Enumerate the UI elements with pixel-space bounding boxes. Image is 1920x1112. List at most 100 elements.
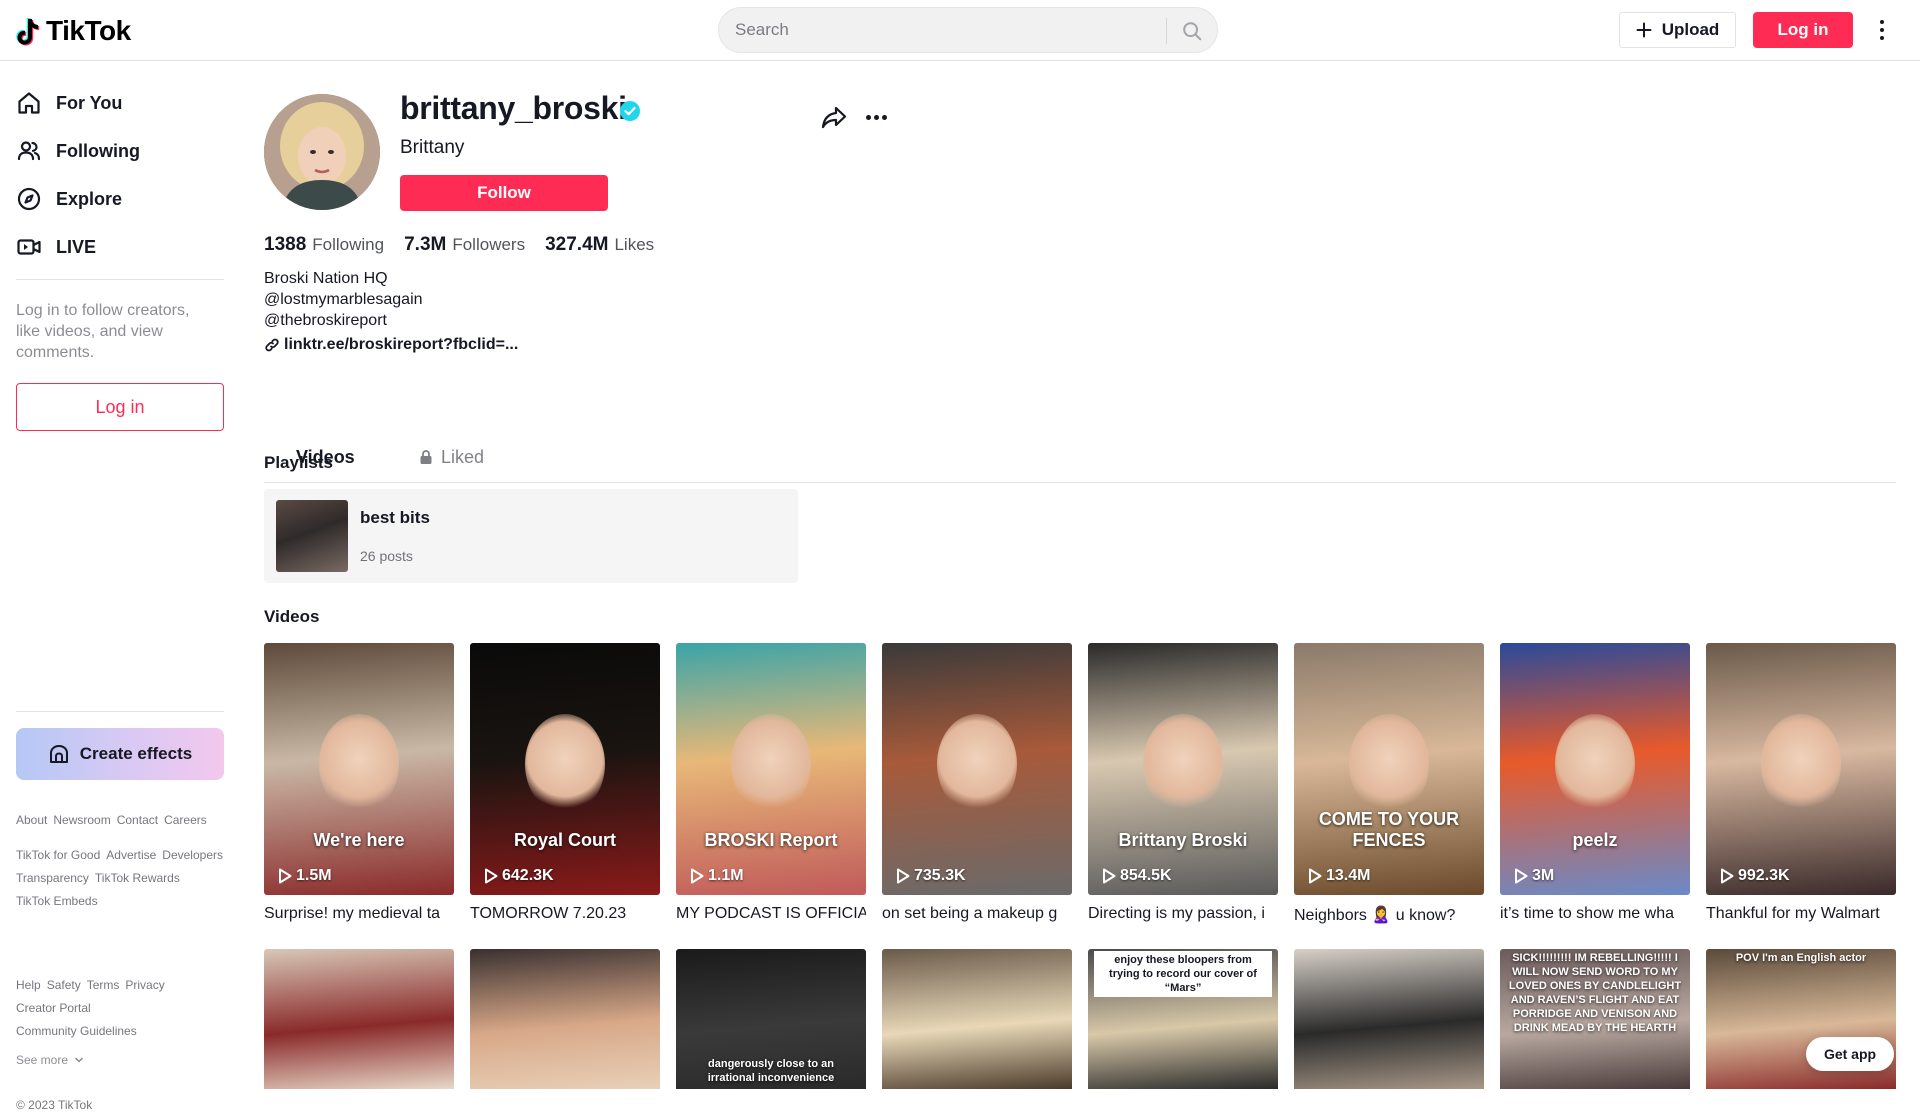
follow-button[interactable]: Follow: [400, 175, 608, 211]
upload-button[interactable]: Upload: [1619, 12, 1736, 48]
profile-username: brittany_broski: [400, 90, 627, 126]
video-caption[interactable]: on set being a makeup g: [882, 905, 1072, 923]
footer-links-group-2: TikTok for Good Advertise Developers Tra…: [16, 844, 231, 913]
video-caption[interactable]: Neighbors 🙎‍♀️ u know?: [1294, 905, 1484, 925]
video-thumbnail[interactable]: [1294, 949, 1484, 1089]
footer-link[interactable]: Contact: [117, 813, 158, 828]
nav-live[interactable]: LIVE: [16, 227, 96, 267]
view-count: 642.3K: [484, 867, 554, 885]
video-card[interactable]: COME TO YOUR FENCES 13.4M Neighbors 🙎‍♀️ u…: [1294, 643, 1484, 925]
video-thumbnail[interactable]: peelz 3M: [1500, 643, 1690, 895]
video-thumbnail[interactable]: enjoy these bloopers from trying to reco…: [1088, 949, 1278, 1089]
play-icon: [485, 868, 498, 884]
video-thumbnail[interactable]: We're here 1.5M: [264, 643, 454, 895]
footer-link[interactable]: TikTok for Good: [16, 844, 100, 867]
footer-link[interactable]: Transparency: [16, 867, 89, 890]
compass-icon: [17, 187, 41, 211]
video-card[interactable]: [882, 949, 1072, 1089]
video-card[interactable]: [1294, 949, 1484, 1089]
video-thumbnail[interactable]: [470, 949, 660, 1089]
footer-link[interactable]: Newsroom: [53, 813, 110, 828]
video-card[interactable]: 735.3K on set being a makeup g: [882, 643, 1072, 923]
see-more-link[interactable]: See more: [16, 1053, 84, 1067]
play-icon: [1515, 868, 1528, 884]
stat-value: 7.3M: [404, 234, 447, 255]
more-actions-icon[interactable]: [862, 103, 890, 131]
stat-label: Followers: [452, 235, 526, 254]
lock-icon: [420, 450, 432, 464]
video-thumbnail[interactable]: BROSKI Report 1.1M: [676, 643, 866, 895]
video-caption[interactable]: Surprise! my medieval ta: [264, 905, 454, 923]
link-icon: [265, 338, 279, 352]
search-bar: [718, 7, 1218, 53]
video-card[interactable]: Royal Court 642.3K TOMORROW 7.20.23: [470, 643, 660, 923]
footer-link[interactable]: Careers: [164, 813, 207, 828]
footer-link[interactable]: Developers: [162, 844, 223, 867]
video-caption[interactable]: Directing is my passion, i: [1088, 905, 1278, 923]
video-card[interactable]: BROSKI Report 1.1M MY PODCAST IS OFFICIA: [676, 643, 866, 923]
video-card[interactable]: SICK!!!!!!!!! IM REBELLING!!!!! I WILL N…: [1500, 949, 1690, 1089]
video-thumbnail[interactable]: Brittany Broski 854.5K: [1088, 643, 1278, 895]
video-card[interactable]: 992.3K Thankful for my Walmart: [1706, 643, 1896, 923]
stat-followers[interactable]: 7.3M Followers: [404, 234, 525, 256]
nav-for-you[interactable]: For You: [16, 83, 122, 123]
stat-value: 1388: [264, 234, 307, 255]
search-button[interactable]: [1177, 18, 1207, 44]
video-caption[interactable]: MY PODCAST IS OFFICIA: [676, 905, 866, 923]
thumbnail-overlay-text: SICK!!!!!!!!! IM REBELLING!!!!! I WILL N…: [1508, 952, 1682, 1034]
video-thumbnail[interactable]: [882, 949, 1072, 1089]
login-button-sidebar[interactable]: Log in: [16, 383, 224, 431]
more-options-icon[interactable]: [1872, 16, 1892, 44]
video-caption[interactable]: it’s time to show me wha: [1500, 905, 1690, 923]
video-card[interactable]: dangerously close to an irrational incon…: [676, 949, 866, 1089]
video-thumbnail[interactable]: dangerously close to an irrational incon…: [676, 949, 866, 1089]
footer-link[interactable]: TikTok Embeds: [16, 890, 98, 913]
footer-link[interactable]: Community Guidelines: [16, 1020, 137, 1043]
footer-link[interactable]: Terms: [87, 974, 120, 997]
tiktok-logo-icon: [16, 16, 42, 46]
video-caption[interactable]: TOMORROW 7.20.23: [470, 905, 660, 923]
video-card[interactable]: enjoy these bloopers from trying to reco…: [1088, 949, 1278, 1089]
nav-following[interactable]: Following: [16, 131, 140, 171]
video-card[interactable]: We're here 1.5M Surprise! my medieval ta: [264, 643, 454, 923]
playlist-card[interactable]: best bits 26 posts: [264, 489, 798, 583]
video-card[interactable]: [470, 949, 660, 1089]
get-app-button[interactable]: Get app: [1806, 1037, 1894, 1071]
footer-link[interactable]: Privacy: [125, 974, 164, 997]
profile-nickname: Brittany: [400, 137, 465, 158]
video-thumbnail[interactable]: [264, 949, 454, 1089]
view-count: 992.3K: [1720, 867, 1790, 885]
video-thumbnail[interactable]: 735.3K: [882, 643, 1072, 895]
video-caption[interactable]: Thankful for my Walmart: [1706, 905, 1896, 923]
share-icon[interactable]: [820, 103, 848, 131]
live-camera-icon: [17, 239, 41, 255]
footer-link[interactable]: Creator Portal: [16, 997, 216, 1020]
nav-explore[interactable]: Explore: [16, 179, 122, 219]
stat-following[interactable]: 1388 Following: [264, 234, 384, 256]
view-count: 854.5K: [1102, 867, 1172, 885]
tiktok-logo[interactable]: TikTok: [16, 15, 131, 47]
sidebar-divider: [16, 711, 224, 712]
thumbnail-subject: [1555, 713, 1635, 814]
footer-link[interactable]: Advertise: [106, 844, 156, 867]
video-thumbnail[interactable]: SICK!!!!!!!!! IM REBELLING!!!!! I WILL N…: [1500, 949, 1690, 1089]
login-button-header[interactable]: Log in: [1753, 12, 1853, 48]
footer-link[interactable]: Help: [16, 974, 41, 997]
footer-link[interactable]: TikTok Rewards: [95, 867, 180, 890]
thumbnail-subject: [1761, 713, 1841, 814]
footer-link[interactable]: Safety: [47, 974, 81, 997]
nav-label: LIVE: [56, 236, 97, 257]
footer-link[interactable]: About: [16, 813, 47, 828]
search-input[interactable]: [735, 8, 1155, 52]
video-thumbnail[interactable]: COME TO YOUR FENCES 13.4M: [1294, 643, 1484, 895]
play-icon: [1309, 868, 1322, 884]
create-effects-button[interactable]: Create effects: [16, 728, 224, 780]
video-card[interactable]: Brittany Broski 854.5K Directing is my pas…: [1088, 643, 1278, 923]
video-card[interactable]: peelz 3M it’s time to show me wha: [1500, 643, 1690, 923]
video-card[interactable]: [264, 949, 454, 1089]
video-thumbnail[interactable]: 992.3K: [1706, 643, 1896, 895]
video-thumbnail[interactable]: Royal Court 642.3K: [470, 643, 660, 895]
tab-liked[interactable]: Liked: [419, 431, 484, 483]
see-more-label: See more: [16, 1053, 69, 1067]
profile-link[interactable]: linktr.ee/broskireport?fbclid=...: [264, 336, 518, 354]
